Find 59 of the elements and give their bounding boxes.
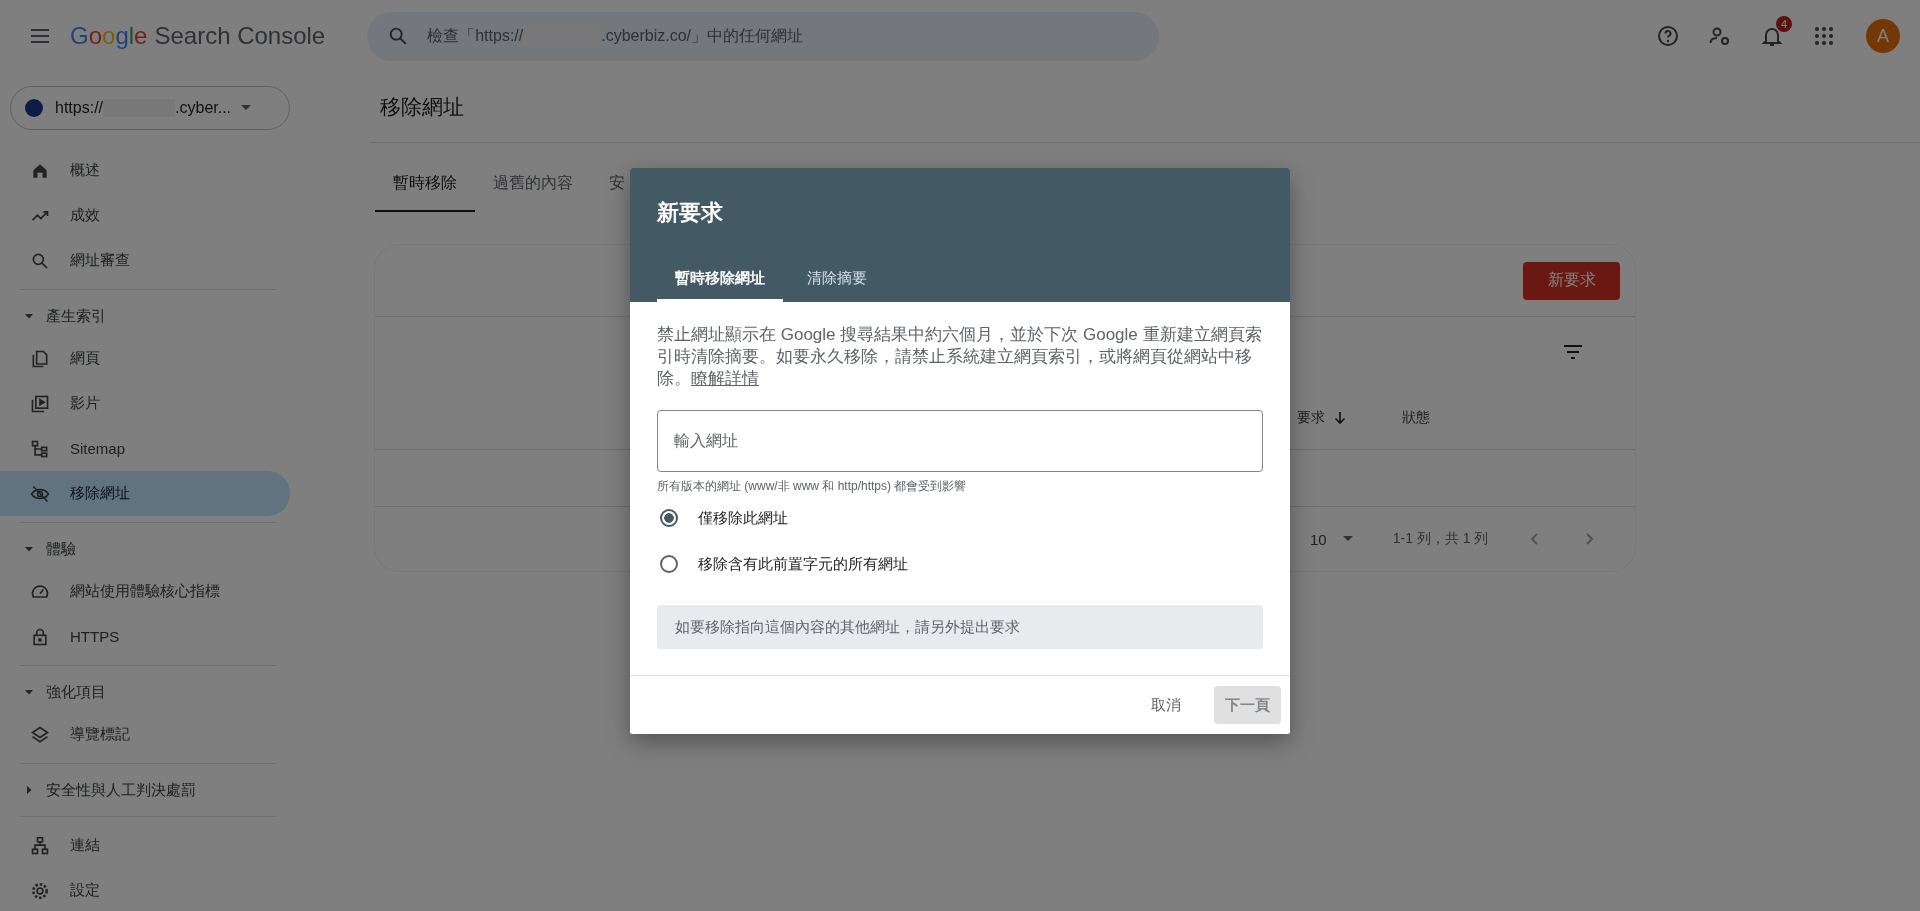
caret-icon [24,311,34,321]
sidebar-item[interactable]: 影片 [0,381,290,426]
sidebar-item[interactable]: 移除網址 [0,471,290,516]
caret-icon [24,785,34,795]
sidebar-item[interactable]: 成效 [0,193,290,238]
column-header[interactable]: 狀態 [1402,409,1430,427]
sidebar-item[interactable]: 概述 [0,148,290,193]
notification-count: 4 [1776,16,1792,32]
search-field[interactable]: 檢查「https:// .cyberbiz.co/」中的任何網址 [367,11,1160,61]
lock-icon [30,626,50,647]
learn-more-link[interactable]: 瞭解詳情 [691,369,759,388]
sidebar-item[interactable]: 設定 [0,868,290,911]
network-icon [30,835,50,856]
search-console-logo[interactable]: Google Search Console [70,22,326,50]
sidebar-item[interactable]: 連結 [0,823,290,868]
new-request-button[interactable]: 新要求 [1523,261,1620,300]
page-title: 移除網址 [370,72,1920,143]
sitemap-icon [30,438,50,459]
pagination-range: 1-1 列，共 1 列 [1392,530,1489,548]
dropdown-caret-icon [1342,536,1353,542]
eye-off-icon [30,483,50,504]
option-label[interactable]: 僅移除此網址 [698,508,788,528]
sort-down-arrow-icon [1333,411,1347,425]
sidebar-item[interactable]: 網站使用體驗核心指標 [0,569,290,614]
rows-per-page-select[interactable]: 10 [1310,530,1353,548]
cancel-button[interactable]: 取消 [1140,686,1192,724]
sidebar-item[interactable]: 網址審查 [0,238,290,283]
info-notice: 如要移除指向這個內容的其他網址，請另外提出要求 [657,605,1263,649]
sidebar-section[interactable]: 強化項目 [0,672,300,712]
column-header[interactable]: 要求 [1297,409,1347,427]
sidebar-section[interactable]: 安全性與人工判決處罰 [0,770,300,810]
option-label[interactable]: 移除含有此前置字元的所有網址 [698,554,908,574]
radio-button[interactable] [660,555,678,573]
sidebar-item[interactable]: HTTPS [0,614,290,659]
site-favicon-icon [25,99,43,117]
radio-button[interactable] [660,509,678,527]
layers-icon [30,724,50,745]
caret-icon [24,544,34,554]
dialog-tab[interactable]: 清除摘要 [789,258,885,302]
page-tab[interactable]: 暫時移除 [375,156,475,212]
dropdown-caret-icon [241,105,252,111]
help-icon[interactable] [1656,24,1680,48]
sidebar-item[interactable]: Sitemap [0,426,290,471]
sidebar-item[interactable]: 網頁 [0,336,290,381]
apps-grid-icon[interactable] [1812,24,1836,48]
sidebar-item[interactable]: 導覽標記 [0,712,290,757]
settings-icon [30,880,50,901]
video-icon [30,393,50,414]
sidebar-section[interactable]: 體驗 [0,529,300,569]
description-paragraph: 禁止網址顯示在 Google 搜尋結果中約六個月，並於下次 Google 重新建立網頁索引時清除摘要。如要永久移除，請禁止系統建立網頁索引，或將網頁從網站中移除。瞭解詳情 [657,324,1263,390]
dialog-tab[interactable]: 暫時移除網址 [657,258,783,302]
dialog-title: 新要求 [657,199,724,227]
pages-icon [30,348,50,369]
account-avatar[interactable]: A [1866,19,1900,53]
url-input-field[interactable]: 輸入網址 [657,410,1263,472]
helper-text: 所有版本的網址 (www/非 www 和 http/https) 都會受到影響 [657,478,968,495]
page-tab[interactable]: 過舊的內容 [475,156,591,212]
caret-icon [24,687,34,697]
sidebar-section[interactable]: 產生索引 [0,296,300,336]
